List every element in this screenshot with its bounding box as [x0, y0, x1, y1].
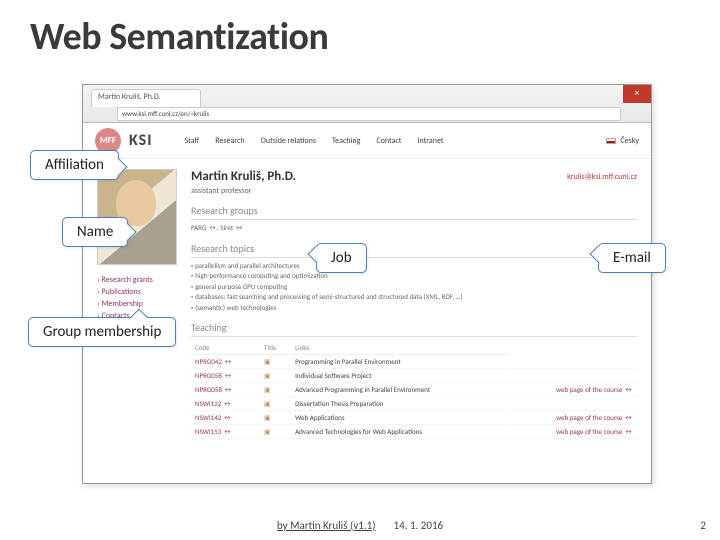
table-row: NSWI142 ↔▣Web Applicationsweb page of th… [191, 411, 637, 425]
topic-item: high-performance computing and optimizat… [191, 271, 637, 282]
course-link[interactable]: web page of the course ↔ [508, 425, 637, 439]
course-code[interactable]: NSWI153 ↔ [191, 425, 260, 439]
topic-item: general purpose GPU computing [191, 282, 637, 293]
section-teaching: Teaching [191, 321, 637, 337]
topic-item: databases: fast searching and processing… [191, 292, 637, 303]
ksi-logo: KSI [129, 131, 152, 150]
slide-title: Web Semantization [30, 14, 328, 60]
callout-job: Job [316, 243, 367, 273]
table-row: NSWI153 ↔▣Advanced Technologies for Web … [191, 425, 637, 439]
callout-name: Name [62, 217, 128, 247]
browser-screenshot: Martin Kruliš, Ph.D. × www.ksi.mff.cuni.… [82, 84, 652, 484]
course-sep: ▣ [260, 425, 291, 439]
course-code[interactable]: NPRG042 ↔ [191, 355, 260, 369]
course-title: Programming in Parallel Environment [291, 355, 508, 369]
side-link[interactable]: Research grants [97, 275, 177, 285]
slide-footer: by Martin Kruliš (v1.1) 14. 1. 2016 [0, 519, 720, 532]
course-table: Code Title Links NPRG042 ↔▣Programming i… [191, 341, 637, 439]
course-code[interactable]: NPRG058 ↔ [191, 383, 260, 397]
groups-line: PARG ↔, Siret ↔ [191, 223, 637, 234]
table-row: NPRG058 ↔▣Advanced Programming in Parall… [191, 383, 637, 397]
course-code[interactable]: NSWI122 ↔ [191, 397, 260, 411]
course-sep: ▣ [260, 383, 291, 397]
callout-group-membership: Group membership [28, 317, 176, 347]
nav-item[interactable]: Research [215, 136, 244, 146]
nav-item[interactable]: Staff [184, 136, 199, 146]
table-row: NSWI122 ↔▣Dissertation Thesis Preparatio… [191, 397, 637, 411]
flag-icon [606, 138, 616, 144]
nav-item[interactable]: Teaching [332, 136, 360, 146]
browser-chrome: Martin Kruliš, Ph.D. × www.ksi.mff.cuni.… [83, 85, 651, 123]
col-code: Code [191, 341, 260, 355]
course-title: Advanced Programming in Parallel Environ… [291, 383, 508, 397]
section-research-groups: Research groups [191, 204, 637, 220]
person-name: Martin Kruliš, Ph.D. [191, 169, 296, 184]
close-icon[interactable]: × [623, 85, 651, 103]
course-link[interactable] [508, 397, 637, 411]
top-nav: Staff Research Outside relations Teachin… [184, 136, 443, 146]
course-link[interactable]: web page of the course ↔ [508, 411, 637, 425]
course-title: Web Applications [291, 411, 508, 425]
table-row: NPRG058 ↔▣Individual Software Project [191, 369, 637, 383]
course-title: Individual Software Project [291, 369, 508, 383]
person-email[interactable]: krulis@ksi.mff.cuni.cz [567, 172, 637, 182]
topic-item: parallelism and parallel architectures [191, 261, 637, 272]
col-title: Title [260, 341, 291, 355]
course-code[interactable]: NPRG058 ↔ [191, 369, 260, 383]
page-number: 2 [700, 519, 706, 532]
job-title: assistant professor [191, 186, 637, 196]
site-header: MFF KSI Staff Research Outside relations… [83, 123, 651, 159]
table-row: NPRG042 ↔▣Programming in Parallel Enviro… [191, 355, 637, 369]
col-links: Links [291, 341, 508, 355]
footer-date: 14. 1. 2016 [394, 519, 444, 532]
course-link[interactable] [508, 355, 637, 369]
course-code[interactable]: NSWI142 ↔ [191, 411, 260, 425]
course-sep: ▣ [260, 397, 291, 411]
side-link[interactable]: Membership [97, 299, 177, 309]
topics-list: parallelism and parallel architectures h… [191, 261, 637, 314]
footer-credit: by Martin Kruliš (v1.1) [277, 519, 376, 532]
course-title: Dissertation Thesis Preparation [291, 397, 508, 411]
course-title: Advanced Technologies for Web Applicatio… [291, 425, 508, 439]
topic-item: (semantic) web technologies [191, 303, 637, 314]
course-sep: ▣ [260, 355, 291, 369]
side-link[interactable]: Publications [97, 287, 177, 297]
section-research-topics: Research topics [191, 242, 637, 258]
nav-item[interactable]: Intranet [417, 136, 443, 146]
course-sep: ▣ [260, 411, 291, 425]
course-link[interactable] [508, 369, 637, 383]
callout-email: E-mail [598, 243, 666, 273]
nav-item[interactable]: Outside relations [261, 136, 316, 146]
language-switch[interactable]: Česky [606, 136, 639, 146]
browser-tab[interactable]: Martin Kruliš, Ph.D. [91, 89, 201, 107]
course-sep: ▣ [260, 369, 291, 383]
course-link[interactable]: web page of the course ↔ [508, 383, 637, 397]
callout-affiliation: Affiliation [30, 150, 119, 180]
nav-item[interactable]: Contact [376, 136, 401, 146]
address-bar[interactable]: www.ksi.mff.cuni.cz/en/~krulis [117, 107, 621, 121]
page-body: MFF KSI Staff Research Outside relations… [83, 123, 651, 483]
